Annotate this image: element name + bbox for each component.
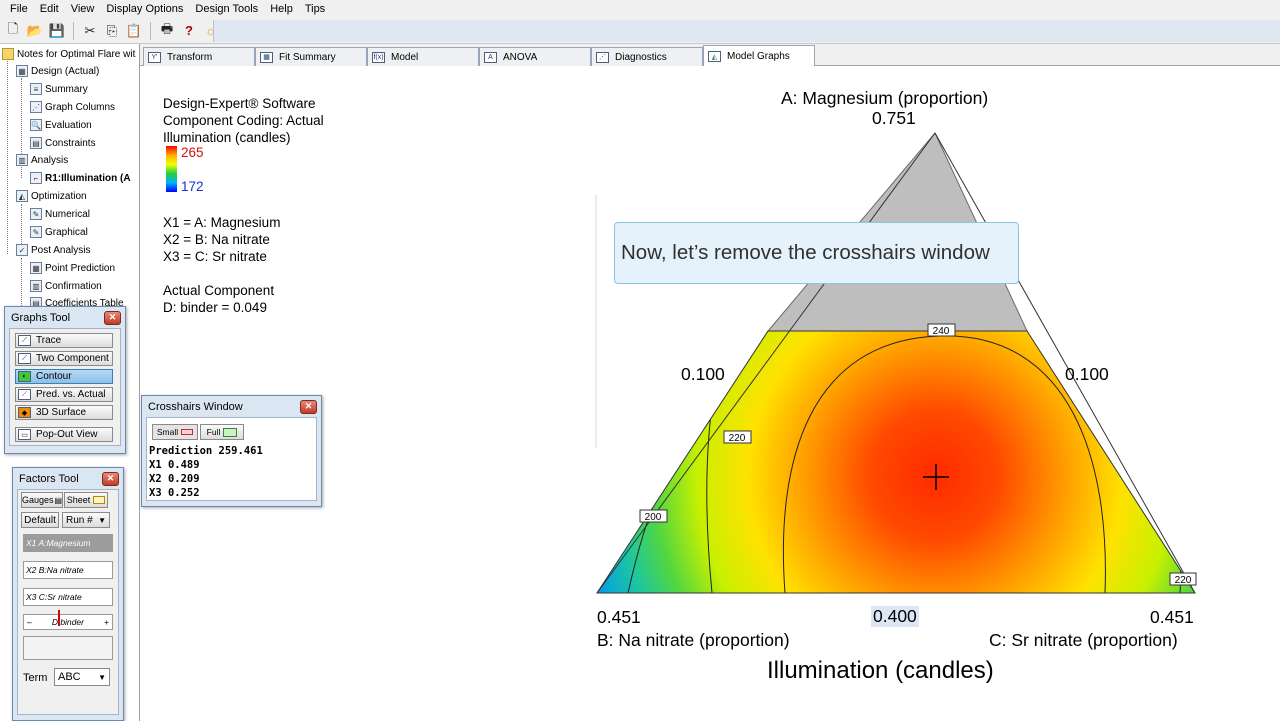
close-icon[interactable]: ✕ xyxy=(102,471,119,486)
left-axis-label: B: Na nitrate (proportion) xyxy=(597,630,790,650)
crosshairs-window: Crosshairs Window ✕ Small Full Predictio… xyxy=(141,395,322,507)
sheet-icon xyxy=(93,496,106,504)
gauges-icon: ▤ xyxy=(54,495,63,505)
button-label: Small xyxy=(156,427,179,437)
sheet-tab[interactable]: Sheet xyxy=(64,492,108,508)
x2-value: X2 0.209 xyxy=(149,473,200,485)
contour-label-220-left-box: 220 xyxy=(723,430,752,444)
crosshairs-readout: Prediction 259.461 X1 0.489 X2 0.209 X3 … xyxy=(147,444,263,500)
factor-label: X3 C:Sr nitrate xyxy=(26,592,82,602)
top-axis-label: A: Magnesium (proportion) xyxy=(781,88,989,108)
select-value: ABC xyxy=(58,671,81,683)
graphs-tool-titlebar[interactable]: Graphs Tool ✕ xyxy=(5,307,125,328)
tab-label: Sheet xyxy=(66,495,91,505)
3d-surface-icon: ◆ xyxy=(18,407,31,418)
select-value: Run # xyxy=(66,514,93,526)
bottom-right-value: 0.451 xyxy=(1150,607,1194,627)
factors-tool-title: Factors Tool xyxy=(19,472,79,485)
small-view-icon xyxy=(181,429,194,435)
tab-label: Gauges xyxy=(21,495,54,505)
button-label: Default xyxy=(24,514,56,526)
top-vertex-value: 0.751 xyxy=(872,108,916,128)
slider-plus[interactable]: + xyxy=(104,617,109,627)
close-icon[interactable]: ✕ xyxy=(300,399,317,414)
factor-empty-row xyxy=(23,636,113,660)
graphs-tool-window: Graphs Tool ✕ ⟋ Trace ⟋ Two Component ◐ … xyxy=(4,306,126,454)
pop-out-icon: ▭ xyxy=(18,429,31,440)
slider-label: D:binder xyxy=(51,617,84,627)
x3-value: X3 0.252 xyxy=(149,487,200,499)
button-label: 3D Surface xyxy=(36,407,87,418)
button-label: Pred. vs. Actual xyxy=(36,389,106,400)
pred-vs-actual-button[interactable]: ⟋ Pred. vs. Actual xyxy=(15,387,113,402)
trace-icon: ⟋ xyxy=(18,335,31,346)
full-view-icon xyxy=(223,427,238,437)
right-side-value: 0.100 xyxy=(1065,364,1109,384)
button-label: Two Component xyxy=(36,353,109,364)
factor-x1-row[interactable]: X1 A:Magnesium xyxy=(23,534,113,552)
contour-button[interactable]: ◐ Contour xyxy=(15,369,113,384)
button-label: Pop-Out View xyxy=(36,429,98,440)
bottom-center-value: 0.400 xyxy=(871,606,919,627)
pop-out-view-button[interactable]: ▭ Pop-Out View xyxy=(15,427,113,442)
x1-value: X1 0.489 xyxy=(149,459,200,471)
right-axis-label: C: Sr nitrate (proportion) xyxy=(989,630,1178,650)
chevron-down-icon: ▼ xyxy=(98,515,106,525)
slider-minus[interactable]: – xyxy=(27,617,32,627)
contour-label-220-right: 220 xyxy=(1175,575,1192,586)
plot-title: Illumination (candles) xyxy=(767,657,994,684)
contour-label-240-box: 240 xyxy=(927,323,956,337)
crosshairs-titlebar[interactable]: Crosshairs Window ✕ xyxy=(142,396,321,417)
term-select[interactable]: ABC ▼ xyxy=(54,668,110,686)
contour-icon: ◐ xyxy=(18,371,31,382)
term-label: Term xyxy=(23,672,48,684)
callout-text: Now, let’s remove the crosshairs window xyxy=(621,241,990,264)
two-component-icon: ⟋ xyxy=(18,353,31,364)
chevron-down-icon: ▼ xyxy=(98,672,106,682)
two-component-button[interactable]: ⟋ Two Component xyxy=(15,351,113,366)
button-label: Trace xyxy=(36,335,62,346)
contour-label-240: 240 xyxy=(933,326,950,337)
factor-label: X1 A:Magnesium xyxy=(26,538,91,548)
crosshairs-body: Small Full Prediction 259.461 X1 0.489 X… xyxy=(146,417,317,501)
button-label: Full xyxy=(206,427,221,437)
left-side-value: 0.100 xyxy=(681,364,725,384)
trace-button[interactable]: ⟋ Trace xyxy=(15,333,113,348)
graphs-tool-body: ⟋ Trace ⟋ Two Component ◐ Contour ⟋ Pred… xyxy=(9,328,121,446)
gauges-tab[interactable]: Gauges ▤ xyxy=(21,492,63,508)
close-icon[interactable]: ✕ xyxy=(104,310,121,325)
run-select[interactable]: Run # ▼ xyxy=(62,512,110,528)
small-button[interactable]: Small xyxy=(152,424,198,440)
tutorial-callout: Now, let’s remove the crosshairs window xyxy=(614,222,1019,284)
factor-x2-row[interactable]: X2 B:Na nitrate xyxy=(23,561,113,579)
factor-x3-row[interactable]: X3 C:Sr nitrate xyxy=(23,588,113,606)
factors-tool-body: Gauges ▤ Sheet Default Run # ▼ X1 A:Magn… xyxy=(17,489,119,715)
default-button[interactable]: Default xyxy=(21,512,59,528)
graphs-tool-title: Graphs Tool xyxy=(11,311,71,324)
3d-surface-button[interactable]: ◆ 3D Surface xyxy=(15,405,113,420)
pred-vs-actual-icon: ⟋ xyxy=(18,389,31,400)
contour-label-200-box: 200 xyxy=(639,509,668,523)
contour-label-220-right-box: 220 xyxy=(1169,572,1197,586)
prediction-value: Prediction 259.461 xyxy=(149,445,263,457)
slider-handle[interactable] xyxy=(58,610,60,626)
binder-slider[interactable]: – D:binder + xyxy=(23,614,113,630)
crosshairs-title: Crosshairs Window xyxy=(148,400,243,413)
factors-tool-window: Factors Tool ✕ Gauges ▤ Sheet Default Ru… xyxy=(12,467,124,721)
bottom-left-value: 0.451 xyxy=(597,607,641,627)
contour-label-200: 200 xyxy=(645,512,662,523)
factors-tool-titlebar[interactable]: Factors Tool ✕ xyxy=(13,468,123,489)
full-button[interactable]: Full xyxy=(200,424,244,440)
factor-label: X2 B:Na nitrate xyxy=(26,565,84,575)
contour-label-220-left: 220 xyxy=(729,433,746,444)
button-label: Contour xyxy=(36,371,72,382)
